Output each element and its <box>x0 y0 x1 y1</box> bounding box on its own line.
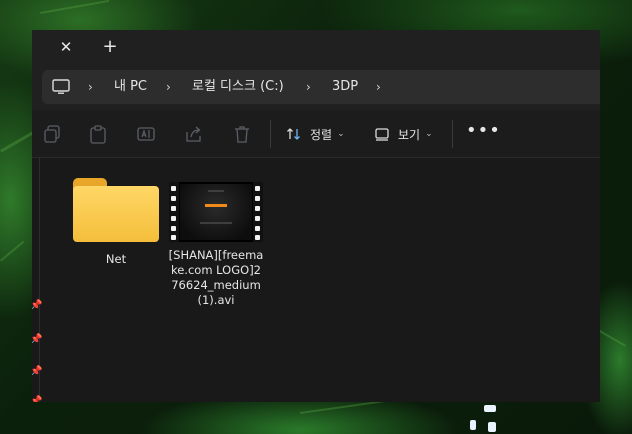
navigation-pane-edge[interactable]: 📌 📌 📌 📌 <box>32 158 43 402</box>
pin-icon: 📌 <box>32 396 43 402</box>
breadcrumb-separator: › <box>306 80 311 94</box>
breadcrumb-item-my-pc[interactable]: 내 PC <box>114 70 147 104</box>
breadcrumb[interactable]: › 내 PC › 로컬 디스크 (C:) › 3DP › <box>42 70 600 104</box>
copy-icon[interactable] <box>42 124 62 144</box>
sort-icon <box>287 128 300 140</box>
video-thumbnail-icon <box>169 182 263 242</box>
breadcrumb-expand-chevron[interactable]: › <box>376 70 381 104</box>
more-options-button[interactable]: ••• <box>466 122 500 144</box>
view-button[interactable]: 보기 ⌄ <box>374 122 433 146</box>
close-tab-button[interactable]: ✕ <box>54 36 78 58</box>
file-item-label: Net <box>105 252 127 266</box>
breadcrumb-item-3dp[interactable]: 3DP <box>332 70 358 104</box>
folder-icon <box>73 176 159 246</box>
paste-icon[interactable] <box>88 124 108 144</box>
rename-icon[interactable] <box>136 124 156 144</box>
chevron-down-icon: ⌄ <box>337 129 345 139</box>
toolbar-divider <box>452 120 453 148</box>
pin-icon: 📌 <box>32 366 43 377</box>
file-list: 📌 📌 📌 📌 Net [SHANA][freemake.com LOGO]27… <box>32 158 600 402</box>
file-item-video[interactable]: [SHANA][freemake.com LOGO]276624_medium … <box>168 176 264 308</box>
sort-button[interactable]: 정렬 ⌄ <box>286 122 345 146</box>
pin-icon: 📌 <box>32 334 43 345</box>
view-label: 보기 <box>398 127 421 142</box>
title-bar: ✕ + <box>32 30 600 64</box>
breadcrumb-separator: › <box>88 80 93 94</box>
file-explorer-window: ✕ + › 내 PC › 로컬 디스크 (C:) › 3DP › 정렬 ⌄ 보기… <box>32 30 600 402</box>
wallpaper-glint <box>488 422 496 432</box>
file-item-folder[interactable]: Net <box>68 176 164 267</box>
delete-icon[interactable] <box>232 124 252 144</box>
file-item-label: [SHANA][freemake.com LOGO]276624_medium … <box>168 248 264 307</box>
view-icon <box>375 128 389 141</box>
toolbar-divider <box>270 120 271 148</box>
address-bar: › 내 PC › 로컬 디스크 (C:) › 3DP › <box>32 64 600 110</box>
breadcrumb-separator: › <box>166 80 171 94</box>
wallpaper-streak <box>599 330 626 347</box>
new-tab-button[interactable]: + <box>98 35 122 59</box>
pin-icon: 📌 <box>32 300 43 311</box>
wallpaper-glint <box>470 420 476 430</box>
wallpaper-glint <box>484 405 496 412</box>
wallpaper-streak <box>0 240 25 262</box>
pc-monitor-icon <box>52 79 70 94</box>
wallpaper-streak <box>0 130 37 153</box>
chevron-down-icon: ⌄ <box>425 129 433 139</box>
breadcrumb-item-local-disk[interactable]: 로컬 디스크 (C:) <box>192 70 284 104</box>
command-bar: 정렬 ⌄ 보기 ⌄ ••• <box>32 110 600 158</box>
share-icon[interactable] <box>184 124 204 144</box>
sort-label: 정렬 <box>310 127 333 142</box>
wallpaper-streak <box>40 0 110 14</box>
